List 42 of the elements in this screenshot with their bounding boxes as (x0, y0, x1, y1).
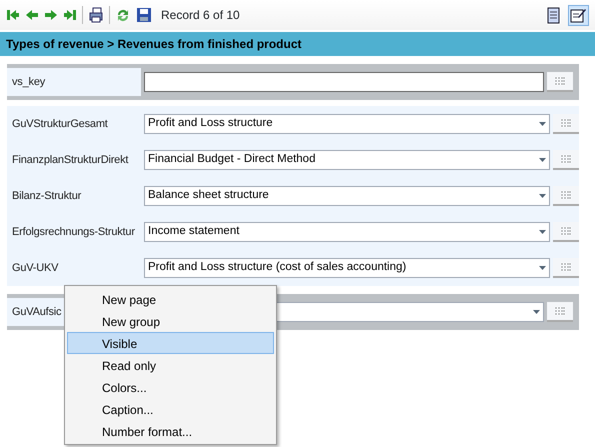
grid-icon (561, 119, 571, 127)
grid-icon (561, 227, 571, 235)
save-icon[interactable] (136, 7, 152, 23)
grid-button[interactable] (553, 222, 579, 242)
caret-icon[interactable] (539, 194, 546, 198)
caret-icon[interactable] (539, 266, 546, 270)
breadcrumb-bar: Types of revenue > Revenues from finished product (0, 32, 595, 56)
input-field[interactable] (144, 72, 544, 92)
grid-button[interactable] (547, 72, 573, 92)
grid-button[interactable] (553, 150, 579, 170)
grid-icon (561, 191, 571, 199)
grid-icon (555, 77, 565, 85)
menu-item[interactable]: Visible (67, 332, 274, 354)
previous-record-icon[interactable] (25, 8, 39, 22)
grid-icon (561, 263, 571, 271)
grid-icon (555, 307, 565, 315)
refresh-icon[interactable] (115, 7, 131, 23)
dropdown-field[interactable]: Financial Budget - Direct Method (144, 150, 550, 170)
print-icon[interactable] (88, 7, 104, 23)
menu-item[interactable]: Number format... (67, 420, 274, 442)
caret-icon[interactable] (533, 310, 540, 314)
next-record-icon[interactable] (44, 8, 58, 22)
menu-item[interactable]: Colors... (67, 376, 274, 398)
grid-button[interactable] (553, 258, 579, 278)
grid-button[interactable] (553, 186, 579, 206)
first-record-icon[interactable] (6, 8, 20, 22)
grid-button[interactable] (547, 302, 573, 322)
last-record-icon[interactable] (63, 8, 77, 22)
dropdown-field[interactable]: Income statement (144, 222, 550, 242)
dropdown-field[interactable]: Balance sheet structure (144, 186, 550, 206)
grid-icon (561, 155, 571, 163)
edit-view-button[interactable] (568, 4, 589, 26)
caret-icon[interactable] (539, 230, 546, 234)
record-counter: Record 6 of 10 (161, 7, 240, 24)
caret-icon[interactable] (539, 122, 546, 126)
grid-button[interactable] (553, 114, 579, 134)
field-label: vs_key (7, 68, 141, 96)
menu-item[interactable]: Read only (67, 354, 274, 376)
caret-icon[interactable] (539, 158, 546, 162)
dropdown-field[interactable]: Profit and Loss structure (144, 114, 550, 134)
dropdown-field[interactable]: Profit and Loss structure (cost of sales accounting) (144, 258, 550, 278)
menu-item[interactable]: Caption... (67, 398, 274, 420)
